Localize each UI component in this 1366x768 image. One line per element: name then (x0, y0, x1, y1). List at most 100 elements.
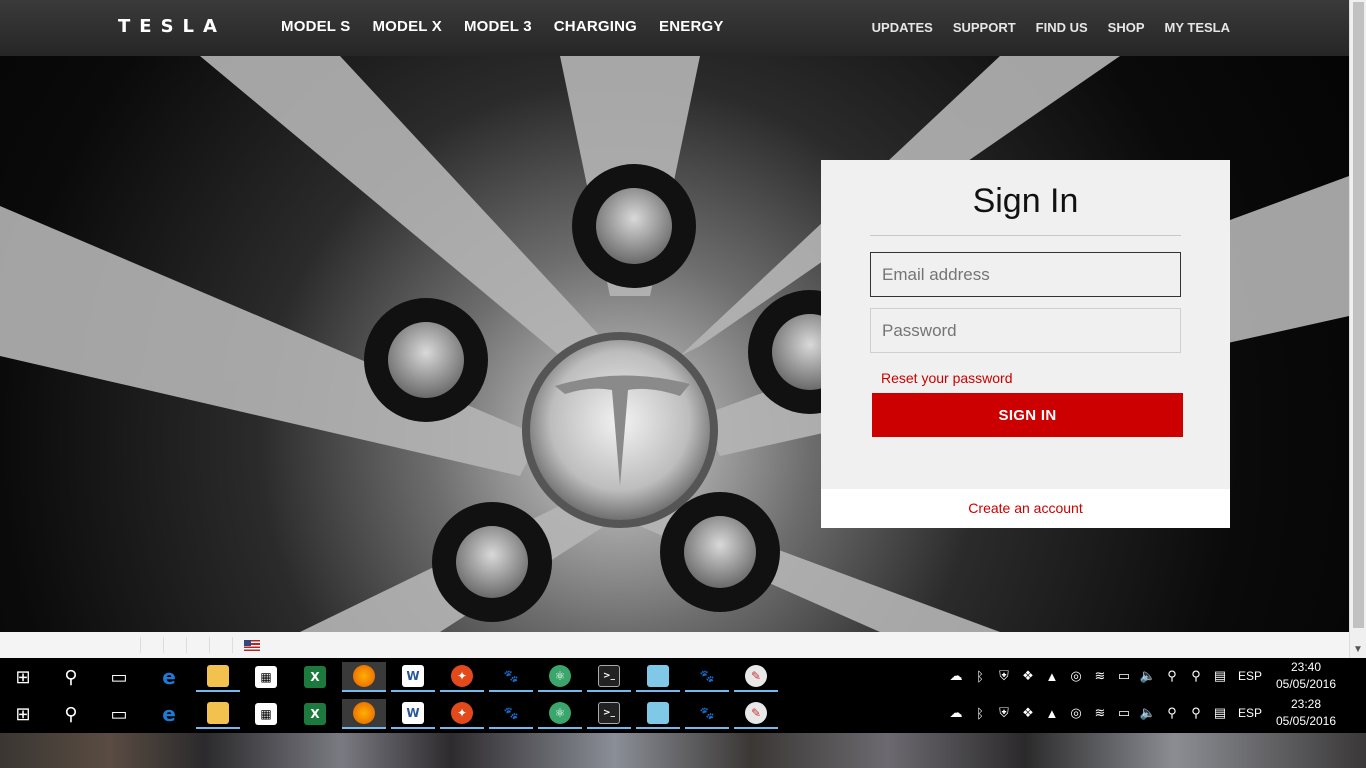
usb-icon[interactable]: ⚲ (1160, 668, 1184, 684)
nav-model-3[interactable]: MODEL 3 (464, 18, 532, 35)
firefox-icon[interactable] (342, 699, 386, 729)
network-icon[interactable]: ⚲ (1184, 705, 1208, 721)
store-icon[interactable]: ▦ (244, 662, 288, 692)
start-icon[interactable]: ⊞ (1, 662, 45, 692)
word-icon[interactable]: W (391, 662, 435, 692)
nav-model-x[interactable]: MODEL X (372, 18, 441, 35)
action-center-icon[interactable]: ▤ (1208, 668, 1232, 684)
scroll-down-arrow-icon[interactable]: ▼ (1353, 644, 1363, 655)
file-explorer-icon[interactable] (196, 662, 240, 692)
sync-icon[interactable]: ◎ (1064, 668, 1088, 684)
battery-icon[interactable]: ▭ (1112, 705, 1136, 721)
show-desktop-button[interactable] (1340, 695, 1366, 731)
browser-page: TESLA MODEL S MODEL X MODEL 3 CHARGING E… (0, 0, 1366, 768)
shield-icon[interactable]: ⛨ (992, 668, 1016, 684)
sync-icon[interactable]: ◎ (1064, 705, 1088, 721)
input-language[interactable]: ESP (1238, 706, 1262, 720)
region-selector[interactable] (233, 637, 279, 653)
notepad-icon[interactable] (636, 699, 680, 729)
footer-link[interactable] (141, 637, 164, 653)
clock-date: 05/05/2016 (1275, 714, 1337, 728)
adobe-icon[interactable]: ▲ (1040, 669, 1064, 684)
taskbar-primary: ⊞ ⚲ ▭ e ▦ X W ✦ 🐾 ⚛ >_ 🐾 ✎ ☁ ᛒ ⛨ ❖ ▲ ◎ ≋… (0, 658, 1366, 694)
gimp-icon[interactable]: 🐾 (685, 699, 729, 729)
file-explorer-icon[interactable] (196, 699, 240, 729)
show-desktop-button[interactable] (1340, 658, 1366, 694)
clock-time: 23:28 (1290, 697, 1322, 711)
main-nav: MODEL S MODEL X MODEL 3 CHARGING ENERGY (281, 18, 724, 35)
top-navigation: TESLA MODEL S MODEL X MODEL 3 CHARGING E… (0, 0, 1349, 56)
scrollbar-thumb[interactable] (1353, 2, 1364, 628)
terminal-icon[interactable]: >_ (587, 662, 631, 692)
desktop-wallpaper (0, 733, 1366, 768)
usb-icon[interactable]: ⚲ (1160, 705, 1184, 721)
store-icon[interactable]: ▦ (244, 699, 288, 729)
sign-in-button[interactable]: SIGN IN (872, 393, 1183, 437)
onedrive-icon[interactable]: ☁ (944, 705, 968, 721)
bluetooth-icon[interactable]: ᛒ (968, 706, 992, 721)
title-divider (870, 235, 1181, 236)
nav-shop[interactable]: SHOP (1108, 20, 1145, 35)
wifi-icon[interactable]: ≋ (1088, 705, 1112, 721)
nav-find-us[interactable]: FIND US (1036, 20, 1088, 35)
task-view-icon[interactable]: ▭ (97, 699, 141, 729)
bluetooth-icon[interactable]: ᛒ (968, 669, 992, 684)
nav-support[interactable]: SUPPORT (953, 20, 1016, 35)
taskbar-secondary: ⊞ ⚲ ▭ e ▦ X W ✦ 🐾 ⚛ >_ 🐾 ✎ ☁ ᛒ ⛨ ❖ ▲ ◎ ≋… (0, 695, 1366, 733)
atom-icon[interactable]: ⚛ (538, 662, 582, 692)
volume-icon[interactable]: 🔈 (1136, 668, 1160, 684)
footer-link[interactable] (164, 637, 187, 653)
nav-model-s[interactable]: MODEL S (281, 18, 350, 35)
dropbox-icon[interactable]: ❖ (1016, 705, 1040, 721)
nav-charging[interactable]: CHARGING (554, 18, 637, 35)
dropbox-icon[interactable]: ❖ (1016, 668, 1040, 684)
gimp-icon[interactable]: 🐾 (685, 662, 729, 692)
nav-energy[interactable]: ENERGY (659, 18, 724, 35)
task-view-icon[interactable]: ▭ (97, 662, 141, 692)
password-field[interactable] (870, 308, 1181, 353)
clock-time: 23:40 (1290, 660, 1322, 674)
onedrive-icon[interactable]: ☁ (944, 668, 968, 684)
start-icon[interactable]: ⊞ (1, 699, 45, 729)
gimp-icon[interactable]: 🐾 (489, 662, 533, 692)
atom-icon[interactable]: ⚛ (538, 699, 582, 729)
volume-icon[interactable]: 🔈 (1136, 705, 1160, 721)
wifi-icon[interactable]: ≋ (1088, 668, 1112, 684)
system-tray: ☁ ᛒ ⛨ ❖ ▲ ◎ ≋ ▭ 🔈 ⚲ ⚲ ▤ ESP 23:28 05/05/2… (944, 695, 1366, 731)
reset-password-link[interactable]: Reset your password (881, 370, 1013, 386)
action-center-icon[interactable]: ▤ (1208, 705, 1232, 721)
vertical-scrollbar[interactable]: ▼ (1349, 0, 1366, 658)
excel-icon[interactable]: X (293, 699, 337, 729)
footer-link[interactable] (187, 637, 210, 653)
excel-icon[interactable]: X (293, 662, 337, 692)
clock[interactable]: 23:40 05/05/2016 (1272, 659, 1340, 693)
battery-icon[interactable]: ▭ (1112, 668, 1136, 684)
footer-link[interactable] (118, 637, 141, 653)
adobe-icon[interactable]: ▲ (1040, 706, 1064, 721)
notepad-icon[interactable] (636, 662, 680, 692)
tesla-logo[interactable]: TESLA (118, 16, 226, 37)
search-icon[interactable]: ⚲ (49, 662, 93, 692)
edge-icon[interactable]: e (147, 662, 191, 692)
edge-icon[interactable]: e (147, 699, 191, 729)
clock-date: 05/05/2016 (1275, 677, 1337, 691)
paint-icon[interactable]: ✎ (734, 699, 778, 729)
shield-icon[interactable]: ⛨ (992, 705, 1016, 721)
word-icon[interactable]: W (391, 699, 435, 729)
paint-icon[interactable]: ✎ (734, 662, 778, 692)
email-field[interactable] (870, 252, 1181, 297)
search-icon[interactable]: ⚲ (49, 699, 93, 729)
rocket-app-icon[interactable]: ✦ (440, 699, 484, 729)
network-icon[interactable]: ⚲ (1184, 668, 1208, 684)
firefox-icon[interactable] (342, 662, 386, 692)
secondary-nav: UPDATES SUPPORT FIND US SHOP MY TESLA (872, 20, 1230, 35)
terminal-icon[interactable]: >_ (587, 699, 631, 729)
nav-my-tesla[interactable]: MY TESLA (1165, 20, 1231, 35)
input-language[interactable]: ESP (1238, 669, 1262, 683)
nav-updates[interactable]: UPDATES (872, 20, 933, 35)
footer-link[interactable] (210, 637, 233, 653)
clock[interactable]: 23:28 05/05/2016 (1272, 696, 1340, 730)
gimp-icon[interactable]: 🐾 (489, 699, 533, 729)
create-account-link[interactable]: Create an account (821, 489, 1230, 528)
rocket-app-icon[interactable]: ✦ (440, 662, 484, 692)
